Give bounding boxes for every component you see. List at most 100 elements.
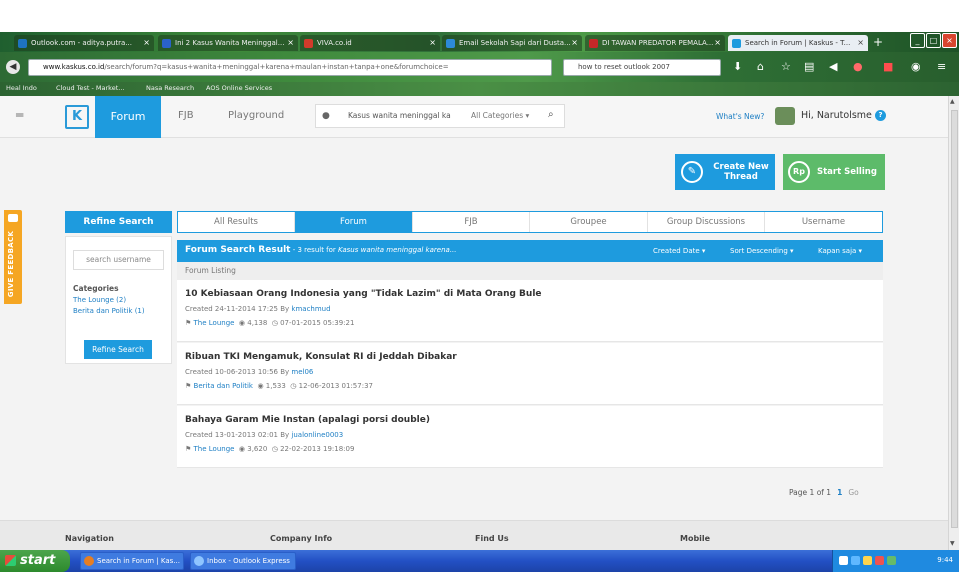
- pagination: Page 1 of 1 1 Go: [789, 488, 859, 497]
- refine-panel: search username Categories The Lounge (2…: [65, 236, 172, 364]
- tray-icon[interactable]: [875, 556, 884, 565]
- site-search: ● Kasus wanita meninggal ka All Categori…: [315, 104, 565, 128]
- taskbar-item[interactable]: Search in Forum | Kas...: [80, 552, 184, 570]
- tray-icon[interactable]: [887, 556, 896, 565]
- bookmark-item[interactable]: Cloud Test - Market...: [56, 84, 124, 92]
- start-selling-button[interactable]: Rp Start Selling: [783, 154, 885, 190]
- result-forum[interactable]: The Lounge: [194, 319, 235, 327]
- feedback-icon: [8, 214, 18, 222]
- scroll-down-icon[interactable]: ▼: [950, 540, 955, 547]
- tray-icon[interactable]: [851, 556, 860, 565]
- clock-icon: ◷: [271, 445, 278, 453]
- tag-icon: ⚑: [185, 319, 192, 327]
- close-tab-icon[interactable]: ×: [287, 35, 294, 51]
- bookmark-item[interactable]: AOS Online Services: [206, 84, 272, 92]
- category-item[interactable]: Berita dan Politik (1): [73, 307, 145, 315]
- refine-search-button[interactable]: Refine Search: [84, 340, 152, 359]
- result-author[interactable]: kmachmud: [291, 305, 330, 313]
- result-forum[interactable]: Berita dan Politik: [194, 382, 253, 390]
- time-filter-dropdown[interactable]: Kapan saja ▾: [818, 247, 862, 255]
- browser-tab[interactable]: Outlook.com - aditya.putra... ×: [14, 35, 154, 51]
- close-tab-icon[interactable]: ×: [857, 35, 864, 51]
- addon-icon[interactable]: ●: [853, 61, 863, 73]
- result-views: 4,138: [247, 319, 268, 327]
- nav-fjb[interactable]: FJB: [178, 110, 194, 121]
- scroll-up-icon[interactable]: ▲: [950, 98, 955, 105]
- result-author[interactable]: mel06: [291, 368, 313, 376]
- browser-search-box[interactable]: how to reset outlook 2007: [563, 59, 721, 76]
- result-forum[interactable]: The Lounge: [194, 445, 235, 453]
- close-tab-icon[interactable]: ×: [429, 35, 436, 51]
- bookmark-item[interactable]: Nasa Research: [146, 84, 194, 92]
- bookmarks-bar: Heal Indo Cloud Test - Market... Nasa Re…: [0, 82, 959, 96]
- start-button[interactable]: start: [0, 550, 70, 572]
- bookmark-item[interactable]: Heal Indo: [6, 84, 37, 92]
- addon-icon[interactable]: ◉: [911, 61, 921, 73]
- hamburger-menu-icon[interactable]: ═: [16, 108, 23, 122]
- browser-tab[interactable]: Email Sekolah Sapi dari Dusta... ×: [442, 35, 582, 51]
- give-feedback-tab[interactable]: GIVE FEEDBACK: [4, 210, 22, 304]
- search-tabs: All Results Forum FJB Groupee Group Disc…: [177, 211, 883, 233]
- star-icon[interactable]: ☆: [781, 61, 791, 73]
- result-author[interactable]: jualonline0003: [291, 431, 343, 439]
- sort-field-dropdown[interactable]: Created Date ▾: [653, 247, 705, 255]
- download-icon[interactable]: ⬇: [733, 61, 742, 73]
- close-window-icon[interactable]: ×: [942, 33, 957, 48]
- tray-icon[interactable]: [863, 556, 872, 565]
- scroll-thumb[interactable]: [951, 110, 958, 528]
- new-tab-button[interactable]: +: [873, 34, 883, 50]
- tray-icon[interactable]: [839, 556, 848, 565]
- maximize-icon[interactable]: □: [926, 33, 941, 48]
- username-search-input[interactable]: search username: [73, 250, 164, 270]
- mail-icon: [194, 556, 204, 566]
- close-tab-icon[interactable]: ×: [571, 35, 578, 51]
- sort-order-dropdown[interactable]: Sort Descending ▾: [730, 247, 794, 255]
- result-title[interactable]: 10 Kebiasaan Orang Indonesia yang "Tidak…: [185, 289, 542, 299]
- page-number[interactable]: 1: [837, 488, 842, 497]
- search-icon[interactable]: ⌕: [548, 109, 554, 120]
- send-icon[interactable]: ◀: [829, 61, 837, 73]
- avatar[interactable]: [775, 107, 795, 125]
- taskbar-item[interactable]: Inbox - Outlook Express: [190, 552, 296, 570]
- result-meta: Created 13-01-2013 02:01 By jualonline00…: [185, 431, 344, 439]
- kaskus-logo[interactable]: K: [65, 105, 89, 129]
- tab-username[interactable]: Username: [765, 212, 882, 232]
- home-icon[interactable]: ⌂: [757, 61, 764, 73]
- footer-find-us: Find Us: [475, 534, 509, 543]
- results-summary: - 3 result for: [290, 246, 339, 254]
- browser-tab[interactable]: DI TAWAN PREDATOR PEMALA... ×: [585, 35, 725, 51]
- browser-tab[interactable]: Ini 2 Kasus Wanita Meninggal... ×: [158, 35, 298, 51]
- menu-icon[interactable]: ≡: [937, 61, 946, 73]
- result-title[interactable]: Ribuan TKI Mengamuk, Konsulat RI di Jedd…: [185, 352, 457, 362]
- url-domain: www.kaskus.co.id: [43, 63, 105, 71]
- browser-tab-active[interactable]: Search in Forum | Kaskus - T... ×: [728, 35, 868, 51]
- back-icon[interactable]: ◀: [6, 60, 20, 74]
- result-title[interactable]: Bahaya Garam Mie Instan (apalagi porsi d…: [185, 415, 430, 425]
- footer-mobile: Mobile: [680, 534, 711, 543]
- bookmarks-icon[interactable]: ▤: [804, 61, 814, 73]
- tab-fjb[interactable]: FJB: [413, 212, 530, 232]
- close-tab-icon[interactable]: ×: [143, 35, 150, 51]
- site-search-input[interactable]: Kasus wanita meninggal ka: [348, 111, 451, 120]
- nav-playground[interactable]: Playground: [228, 110, 284, 121]
- close-tab-icon[interactable]: ×: [714, 35, 721, 51]
- tab-groupee[interactable]: Groupee: [530, 212, 648, 232]
- tab-all-results[interactable]: All Results: [178, 212, 295, 232]
- page-scrollbar[interactable]: ▲ ▼: [948, 96, 959, 550]
- minimize-icon[interactable]: _: [910, 33, 925, 48]
- category-item[interactable]: The Lounge (2): [73, 296, 126, 304]
- addon-icon[interactable]: ■: [883, 61, 893, 73]
- search-result: 10 Kebiasaan Orang Indonesia yang "Tidak…: [177, 280, 883, 342]
- create-thread-button[interactable]: ✎ Create New Thread: [675, 154, 775, 190]
- help-icon[interactable]: ?: [875, 110, 886, 121]
- whats-new-link[interactable]: What's New?: [716, 112, 764, 121]
- result-views: 1,533: [265, 382, 286, 390]
- tab-group-discussions[interactable]: Group Discussions: [648, 212, 765, 232]
- category-dropdown[interactable]: All Categories ▾: [471, 111, 529, 120]
- user-greeting[interactable]: Hi, Narutolsme: [801, 110, 872, 121]
- browser-tab[interactable]: VIVA.co.id ×: [300, 35, 440, 51]
- tab-forum[interactable]: Forum: [295, 212, 413, 232]
- go-button[interactable]: Go: [848, 488, 858, 497]
- address-bar[interactable]: www.kaskus.co.id/search/forum?q=kasus+wa…: [28, 59, 552, 76]
- nav-forum[interactable]: Forum: [95, 96, 161, 138]
